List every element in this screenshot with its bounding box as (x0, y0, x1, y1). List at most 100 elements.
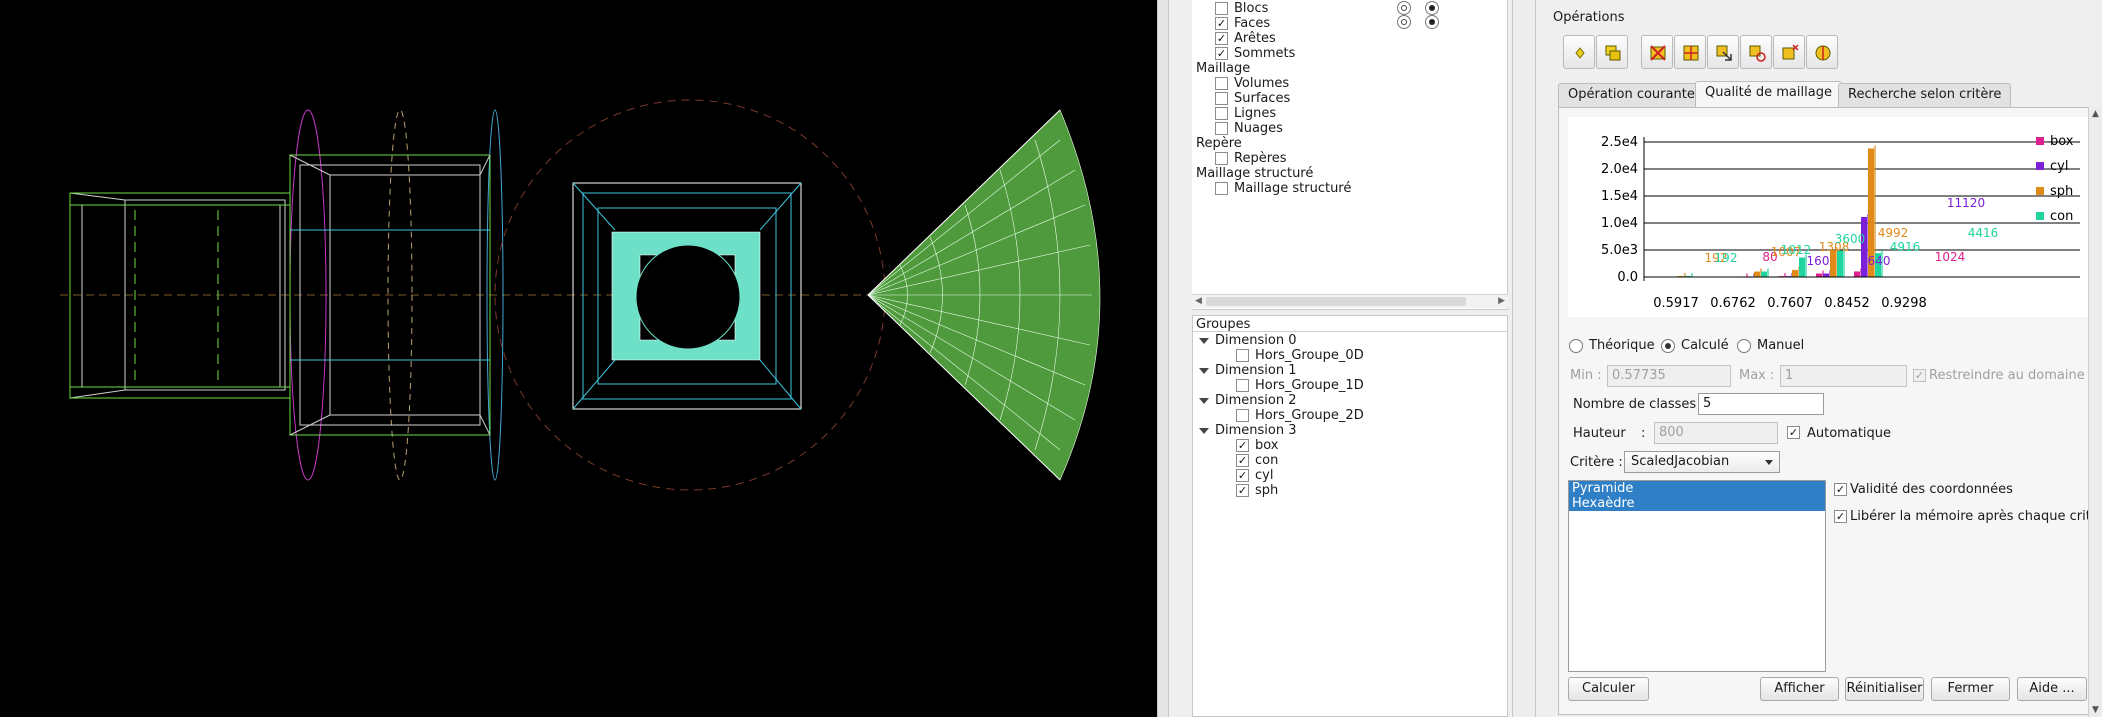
tree-category-label: Maillage (1196, 61, 1251, 76)
snap-button[interactable] (1773, 35, 1805, 69)
min-label: Min : (1570, 368, 1602, 383)
bar-box (1854, 271, 1860, 277)
auto-height-label: Automatique (1807, 426, 1892, 441)
tree-item-checkbox[interactable]: ✓ (1215, 17, 1228, 30)
expand-arrow-icon[interactable] (1199, 428, 1209, 434)
faces-mode-radio-b[interactable] (1425, 15, 1439, 29)
select-button[interactable] (1707, 35, 1739, 69)
calculate-button[interactable]: Calculer (1568, 677, 1649, 701)
classes-field[interactable]: 5 (1698, 393, 1824, 415)
group-item-label: Hors_Groupe_0D (1255, 348, 1364, 363)
copy-blocks-icon (1605, 45, 1621, 61)
tab-search-criteria[interactable]: Recherche selon critère (1838, 83, 2012, 107)
tree-item-checkbox[interactable] (1215, 107, 1228, 120)
tree-item-checkbox[interactable] (1215, 122, 1228, 135)
data-label: 160 (1807, 254, 1830, 268)
blocs-mode-radio-a[interactable] (1397, 1, 1411, 15)
bar-side-con (1691, 272, 1693, 277)
data-label: 3600 (1835, 232, 1866, 246)
element-type-list[interactable]: Pyramide Hexaèdre (1568, 480, 1826, 672)
sphere-icon (1815, 45, 1831, 61)
viewport-splitter[interactable] (1157, 0, 1169, 717)
tab-current-operation[interactable]: Opération courante (1558, 83, 1705, 107)
faces-mode-radio-a[interactable] (1397, 15, 1411, 29)
expand-arrow-icon[interactable] (1199, 368, 1209, 374)
rotate-button[interactable] (1740, 35, 1772, 69)
quality-histogram: 2.5e4 2.0e4 1.5e4 1.0e4 5.0e3 0.0 0.5917 0.6762… (1568, 117, 2102, 317)
group-checkbox[interactable]: ✓ (1236, 439, 1249, 452)
y-tick-label: 5.0e3 (1601, 243, 1638, 258)
legend-label: con (2050, 209, 2073, 224)
group-checkbox[interactable]: ✓ (1236, 454, 1249, 467)
3d-viewport[interactable] (0, 0, 1157, 717)
add-point-button[interactable] (1563, 35, 1595, 69)
group-checkbox[interactable] (1236, 349, 1249, 362)
list-item[interactable]: Pyramide (1569, 481, 1825, 496)
y-tick-label: 2.0e4 (1601, 162, 1638, 177)
group-checkbox[interactable]: ✓ (1236, 484, 1249, 497)
coordinates-validity-checkbox[interactable]: ✓ (1834, 483, 1847, 496)
mode-theoretical-label: Théorique (1589, 338, 1655, 353)
close-button[interactable]: Fermer (1931, 677, 2010, 701)
bar-side-con (1767, 268, 1769, 277)
group-checkbox[interactable] (1236, 409, 1249, 422)
snap-icon (1782, 44, 1799, 60)
bar-cyl (1861, 216, 1867, 277)
mode-manual-radio[interactable] (1737, 339, 1751, 353)
group-dimension-label: Dimension 3 (1215, 423, 1297, 438)
tab-mesh-quality[interactable]: Qualité de maillage (1695, 81, 1842, 108)
delete-button[interactable] (1641, 35, 1673, 69)
x-tick-label: 0.5917 (1653, 296, 1699, 311)
bar-sph (1754, 271, 1760, 277)
tree-item-checkbox[interactable] (1215, 2, 1228, 15)
mode-manual-label: Manuel (1757, 338, 1805, 353)
operations-vertical-scrollbar[interactable]: ▲ ▼ (2088, 107, 2102, 717)
tree-item-label: Sommets (1234, 46, 1296, 61)
tree-category-label: Repère (1196, 136, 1242, 151)
free-memory-checkbox[interactable]: ✓ (1834, 510, 1847, 523)
sphere-mesh (494, 99, 886, 491)
display-button[interactable]: Afficher (1760, 677, 1839, 701)
reset-button[interactable]: Réinitialiser (1845, 677, 1924, 701)
restrict-domain-label: Restreindre au domaine (1929, 368, 2085, 383)
operations-title: Opérations (1553, 10, 1625, 25)
tree-item-checkbox[interactable] (1215, 92, 1228, 105)
data-label: 4416 (1968, 226, 1999, 240)
bar-con (1799, 257, 1805, 277)
min-field[interactable]: 0.57735 (1607, 365, 1731, 387)
x-tick-label: 0.6762 (1710, 296, 1756, 311)
bar-sph (1792, 269, 1798, 277)
mode-computed-radio[interactable] (1661, 339, 1675, 353)
tree-item-checkbox[interactable] (1215, 182, 1228, 195)
sphere-button[interactable] (1806, 35, 1838, 69)
auto-height-checkbox[interactable]: ✓ (1787, 426, 1800, 439)
y-tick-label: 2.5e4 (1601, 135, 1638, 150)
help-button[interactable]: Aide ... (2017, 677, 2087, 701)
tree-item-checkbox[interactable]: ✓ (1215, 32, 1228, 45)
max-field[interactable]: 1 (1780, 365, 1907, 387)
y-tick-label: 1.0e4 (1601, 216, 1638, 231)
split-button[interactable] (1674, 35, 1706, 69)
classes-label: Nombre de classes : (1573, 397, 1705, 412)
group-checkbox[interactable]: ✓ (1236, 469, 1249, 482)
panel-splitter[interactable] (1512, 0, 1536, 717)
bar-con (1837, 250, 1843, 277)
tree-horizontal-scrollbar[interactable]: ◀ ▶ (1192, 294, 1508, 308)
legend-swatch-con (2036, 212, 2044, 220)
height-field[interactable]: 800 (1654, 422, 1778, 444)
group-item-label: Hors_Groupe_1D (1255, 378, 1364, 393)
expand-arrow-icon[interactable] (1199, 338, 1209, 344)
x-tick-label: 0.9298 (1881, 296, 1927, 311)
list-item[interactable]: Hexaèdre (1569, 496, 1825, 511)
expand-arrow-icon[interactable] (1199, 398, 1209, 404)
tree-item-checkbox[interactable] (1215, 152, 1228, 165)
mode-theoretical-radio[interactable] (1569, 339, 1583, 353)
tree-item-checkbox[interactable] (1215, 77, 1228, 90)
legend-label: box (2050, 134, 2074, 149)
restrict-domain-checkbox[interactable]: ✓ (1913, 369, 1926, 382)
group-checkbox[interactable] (1236, 379, 1249, 392)
copy-blocks-button[interactable] (1596, 35, 1628, 69)
tree-item-checkbox[interactable]: ✓ (1215, 47, 1228, 60)
criteria-select[interactable]: ScaledJacobian (1624, 451, 1780, 473)
blocs-mode-radio-b[interactable] (1425, 1, 1439, 15)
